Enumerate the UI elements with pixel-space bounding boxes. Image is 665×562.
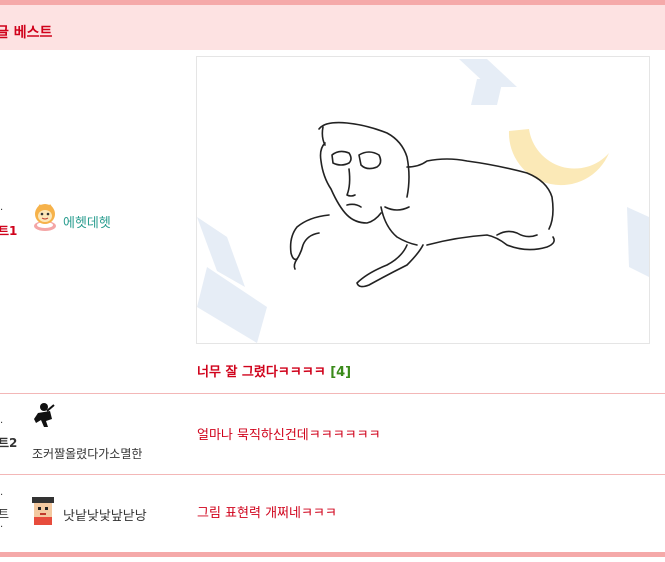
post-title-link[interactable]: 그림 표현력 개쩌네ㅋㅋㅋ <box>197 502 337 521</box>
row-divider <box>0 393 665 394</box>
rank-fragment: · <box>0 418 4 429</box>
silhouette-icon <box>34 403 55 427</box>
post-title-link[interactable]: 얼마나 묵직하신건데ㅋㅋㅋㅋㅋㅋ <box>197 424 381 443</box>
section-header: 글 베스트 <box>0 5 665 50</box>
post-image[interactable] <box>196 56 650 344</box>
nickname-link[interactable]: 조커짤올렸다가소멸한 <box>32 445 142 462</box>
drawing-image <box>197 59 649 343</box>
rank-fragment: · <box>0 522 4 533</box>
rank-number: 트1 <box>0 224 18 238</box>
comment-count: [4] <box>330 365 352 380</box>
rank-number: 트 <box>0 507 10 521</box>
nickname-link[interactable]: 낫낱낮낯낲낟낭 <box>63 505 147 524</box>
section-title: 글 베스트 <box>0 25 53 41</box>
pixel-avatar-icon <box>28 495 58 525</box>
post-title: 너무 잘 그렸다ㅋㅋㅋㅋ <box>197 365 326 380</box>
row-divider <box>0 474 665 475</box>
character-emoji-icon <box>34 204 56 231</box>
post-title-link[interactable]: 너무 잘 그렸다ㅋㅋㅋㅋ [4] <box>197 361 351 380</box>
nickname-link[interactable]: 에헷데헷 <box>63 212 111 231</box>
rank-fragment: · <box>0 490 4 501</box>
bottom-border <box>0 552 665 557</box>
rank-fragment: · <box>0 205 4 216</box>
rank-number: 트2 <box>0 436 18 450</box>
